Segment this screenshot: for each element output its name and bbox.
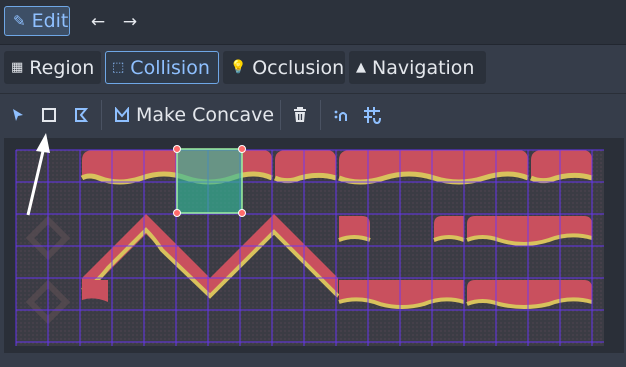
grid-snap-icon[interactable] — [363, 102, 381, 128]
toolbar-separator — [101, 100, 102, 130]
arrow-left-icon[interactable]: ← — [86, 10, 110, 34]
top-bar: ✎ Edit ← → — [0, 0, 626, 45]
occlusion-icon: 💡 — [230, 60, 247, 75]
tileset-canvas[interactable] — [4, 138, 624, 353]
tileset-view[interactable] — [4, 138, 624, 353]
tab-label-region: Region — [29, 56, 95, 79]
navigation-icon: ▲ — [356, 60, 366, 75]
tab-label-navigation: Navigation — [372, 56, 475, 79]
make-concave-button[interactable]: Make Concave — [114, 102, 274, 128]
collision-icon: ⬚ — [112, 60, 125, 75]
polygon-tool-icon[interactable] — [73, 102, 89, 128]
edit-label: Edit — [31, 10, 69, 32]
toolbar-separator — [320, 100, 321, 130]
tabs-bar: ▦ Region ⬚ Collision 💡 Occlusion ▲ Navig… — [0, 45, 626, 94]
delete-icon[interactable] — [291, 102, 309, 128]
shape-handle[interactable] — [173, 145, 181, 153]
bottom-bar — [0, 353, 626, 367]
toolbar-separator — [280, 100, 281, 130]
toolbar: Make Concave — [0, 94, 626, 137]
tab-region[interactable]: ▦ Region — [4, 51, 101, 84]
tab-occlusion[interactable]: 💡 Occlusion — [223, 51, 345, 84]
region-icon: ▦ — [11, 60, 24, 75]
tab-navigation[interactable]: ▲ Navigation — [349, 51, 486, 84]
shape-handle[interactable] — [238, 145, 246, 153]
arrow-right-icon[interactable]: → — [118, 10, 142, 34]
shape-handle[interactable] — [238, 209, 246, 217]
tab-collision[interactable]: ⬚ Collision — [105, 51, 219, 84]
make-concave-icon — [115, 107, 129, 122]
make-concave-label: Make Concave — [136, 104, 275, 126]
tab-label-occlusion: Occlusion — [252, 56, 345, 79]
snap-icon[interactable] — [333, 102, 349, 128]
shape-handle[interactable] — [173, 209, 181, 217]
tab-label-collision: Collision — [130, 56, 210, 79]
collision-shape[interactable] — [173, 145, 246, 217]
annotation-arrow — [26, 133, 50, 216]
edit-button[interactable]: ✎ Edit — [4, 6, 70, 36]
pencil-icon: ✎ — [13, 12, 26, 30]
